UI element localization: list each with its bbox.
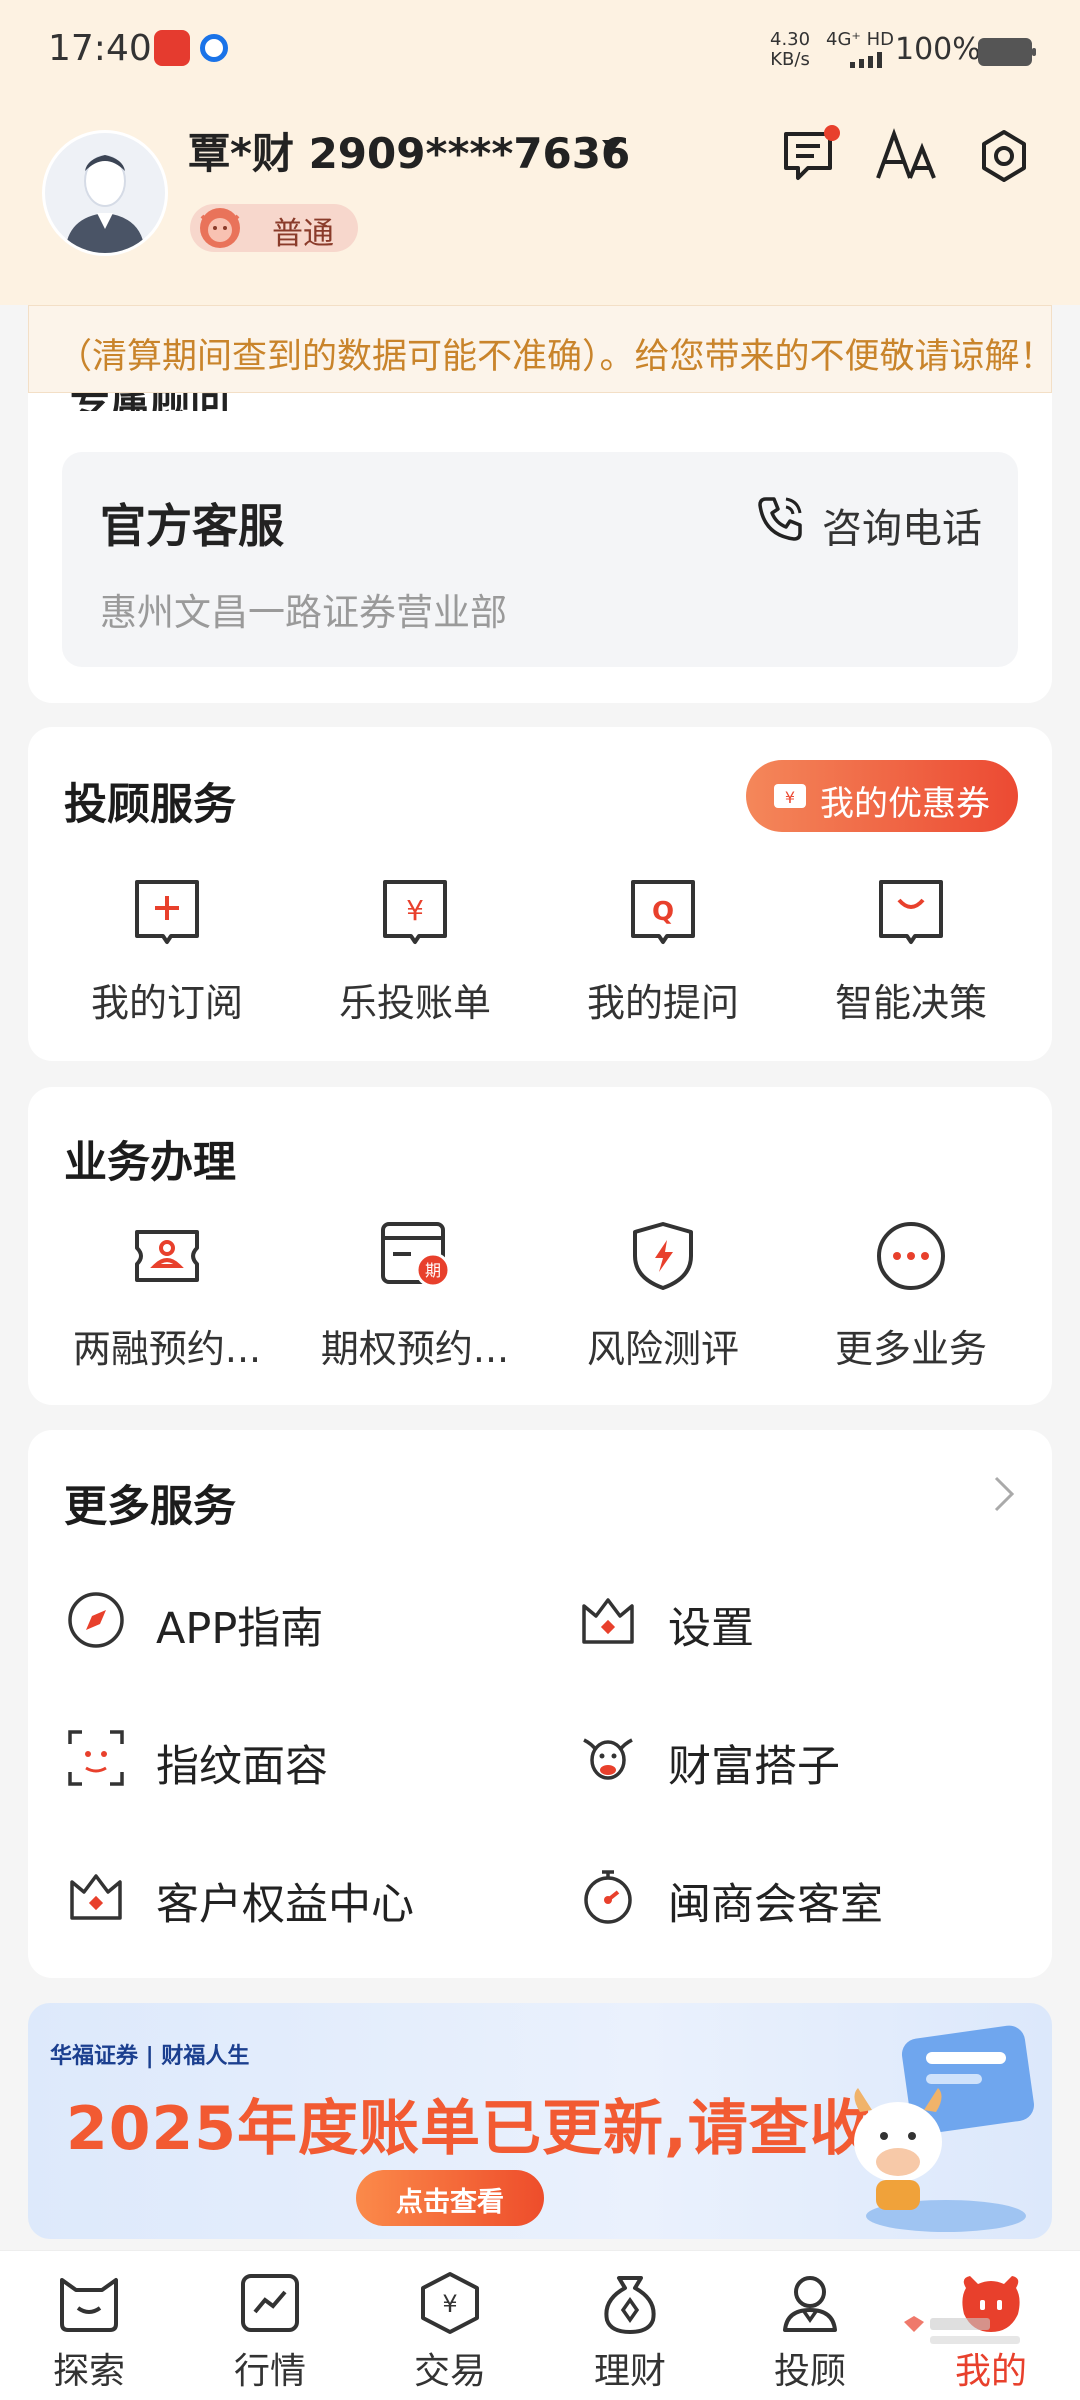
compass-icon [68, 1592, 124, 1648]
more-item-app-guide[interactable]: APP指南 [156, 1594, 323, 1656]
more-item-reception-room[interactable]: 闽商会客室 [668, 1870, 883, 1932]
tab-market[interactable]: 行情 [210, 2342, 330, 2394]
grid-label-more-business[interactable]: 更多业务 [801, 1318, 1021, 1373]
more-services-title: 更多服务 [64, 1482, 236, 1532]
more-item-face-id[interactable]: 指纹面容 [156, 1732, 328, 1794]
bill-icon[interactable]: ¥ [379, 876, 451, 948]
tab-advisor[interactable]: 投顾 [750, 2342, 870, 2394]
more-item-wealth-buddy[interactable]: 财富搭子 [668, 1732, 840, 1794]
battery-percent: 100% [895, 32, 981, 67]
banner-view-button[interactable]: 点击查看 [356, 2170, 544, 2226]
smart-decision-icon[interactable] [875, 876, 947, 948]
banner-title: 2025年度账单已更新,请查收 [66, 2094, 871, 2164]
more-item-rights-center[interactable]: 客户权益中心 [156, 1870, 414, 1932]
tab-wealth[interactable]: 理财 [570, 2342, 690, 2394]
svg-text:¥: ¥ [785, 788, 795, 807]
account-switch-caret-icon[interactable] [602, 140, 622, 152]
trade-tab-icon[interactable]: ¥ [417, 2270, 483, 2336]
more-dots-icon[interactable] [875, 1220, 947, 1292]
crown-icon [70, 1874, 122, 1920]
chevron-right-icon[interactable] [992, 1474, 1016, 1514]
phone-icon[interactable] [756, 493, 806, 543]
svg-text:Q: Q [652, 897, 674, 927]
advisor-section-title-partial: 专属顾问 [70, 393, 250, 411]
coupon-icon: ¥ [774, 784, 806, 808]
face-scan-icon [68, 1730, 124, 1786]
consult-phone-label[interactable]: 咨询电话 [822, 496, 982, 554]
tab-trade[interactable]: 交易 [390, 2342, 510, 2394]
more-item-settings[interactable]: 设置 [668, 1594, 754, 1656]
cow-mascot-icon [583, 1738, 633, 1780]
status-time: 17:40 [48, 28, 152, 69]
options-appointment-icon[interactable]: 期 [379, 1220, 451, 1292]
watermark-logo [904, 2316, 1020, 2344]
wealth-tab-icon[interactable] [597, 2270, 663, 2336]
network-speed-unit: KB/s [770, 49, 810, 70]
advisory-services-title: 投顾服务 [64, 780, 236, 830]
settlement-notice: （清算期间查到的数据可能不准确）。给您带来的不便敬请谅解！ [28, 305, 1055, 393]
grid-label-bill[interactable]: 乐投账单 [305, 972, 525, 1027]
signal-icon [850, 52, 882, 68]
app-notification-icon [154, 30, 190, 66]
message-icon[interactable] [778, 124, 842, 188]
cow-mascot-illustration [854, 2025, 1034, 2232]
grid-label-risk-assessment[interactable]: 风险测评 [553, 1318, 773, 1373]
grid-label-question[interactable]: 我的提问 [553, 972, 773, 1027]
margin-appointment-icon[interactable] [131, 1220, 203, 1292]
tab-explore[interactable]: 探索 [29, 2342, 149, 2394]
user-name-account[interactable]: 覃*财 2909****7636 [188, 120, 630, 181]
question-icon[interactable]: Q [627, 876, 699, 948]
cow-badge-icon [200, 208, 240, 248]
network-speed-value: 4.30 [770, 29, 811, 50]
business-title: 业务办理 [64, 1138, 236, 1188]
grid-label-options-appointment[interactable]: 期权预约... [305, 1318, 525, 1373]
battery-icon [978, 38, 1036, 66]
avatar[interactable] [42, 130, 168, 256]
subscription-icon[interactable] [131, 876, 203, 948]
user-silhouette-icon [65, 155, 145, 253]
font-size-icon[interactable] [874, 124, 938, 188]
market-tab-icon[interactable] [237, 2270, 303, 2336]
risk-shield-icon[interactable] [627, 1220, 699, 1292]
svg-text:¥: ¥ [442, 2290, 457, 2318]
stopwatch-icon [584, 1870, 632, 1924]
member-level-label: 普通 [272, 216, 334, 252]
official-service-title: 官方客服 [100, 499, 284, 553]
advisor-tab-icon[interactable] [777, 2270, 843, 2336]
banner-brand: 华福证券 | 财福人生 [50, 2044, 250, 2069]
grid-label-margin-appointment[interactable]: 两融预约... [57, 1318, 277, 1373]
service-branch: 惠州文昌一路证券营业部 [100, 591, 507, 634]
settings-gear-icon[interactable] [972, 124, 1036, 188]
network-speed: 4.30 KB/s [770, 30, 810, 70]
grid-label-subscription[interactable]: 我的订阅 [57, 972, 277, 1027]
svg-text:¥: ¥ [406, 894, 424, 927]
grid-label-smart-decision[interactable]: 智能决策 [801, 972, 1021, 1027]
explore-tab-icon[interactable] [56, 2270, 122, 2336]
svg-text:期: 期 [425, 1261, 441, 1280]
crown-icon [582, 1598, 634, 1644]
network-type: 4G⁺ HD [826, 29, 895, 50]
sync-notification-icon [200, 34, 228, 62]
advisor-section-title: 专属顾问 [70, 393, 250, 411]
